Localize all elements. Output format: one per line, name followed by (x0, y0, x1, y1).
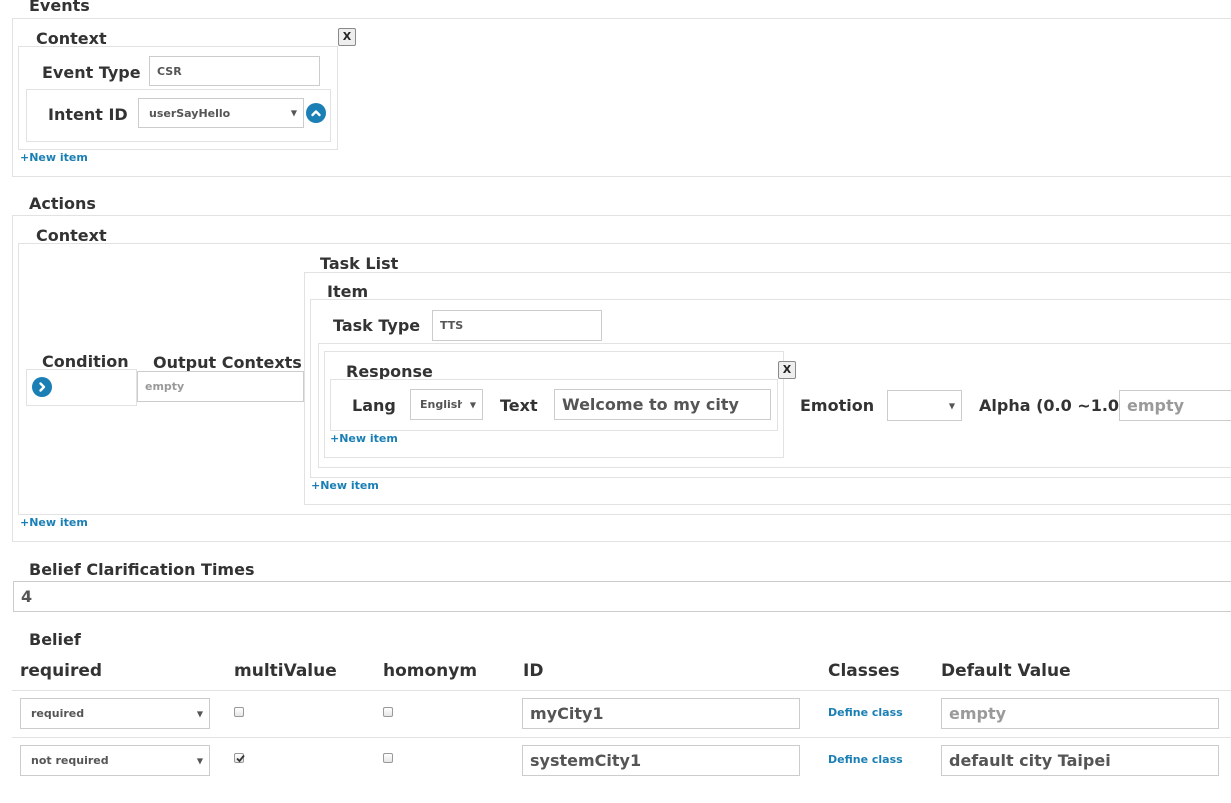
events-title: Events (29, 0, 90, 15)
event-type-input[interactable]: CSR (149, 56, 320, 86)
default-value-input[interactable]: default city Taipei (941, 745, 1219, 776)
required-value: required (31, 707, 85, 720)
default-value-input[interactable]: empty (941, 698, 1219, 729)
lang-value: English (420, 398, 462, 411)
caret-down-icon: ▼ (948, 401, 955, 410)
belief-row-divider (12, 737, 1231, 738)
required-select[interactable]: not required ▼ (20, 745, 210, 776)
output-contexts-label: Output Contexts (153, 353, 302, 372)
define-class-link[interactable]: Define class (828, 706, 903, 719)
col-header-required: required (20, 661, 103, 681)
define-class-link[interactable]: Define class (828, 753, 903, 766)
belief-clarification-label: Belief Clarification Times (29, 560, 255, 579)
actions-context-new-item-link[interactable]: +New item (20, 516, 88, 529)
belief-id-input[interactable]: systemCity1 (522, 745, 800, 776)
caret-down-icon: ▼ (196, 756, 203, 765)
alpha-label: Alpha (0.0 ~1.0) (979, 396, 1127, 415)
alpha-input[interactable]: empty (1119, 390, 1231, 421)
emotion-select[interactable]: ▼ (887, 390, 962, 421)
col-header-classes: Classes (828, 661, 900, 681)
belief-title: Belief (29, 630, 81, 649)
actions-title: Actions (29, 194, 96, 213)
lang-label: Lang (352, 396, 396, 415)
events-context-close-button[interactable]: X (338, 28, 356, 46)
response-new-item-link[interactable]: +New item (330, 432, 398, 445)
homonym-checkbox[interactable] (383, 753, 393, 763)
task-list-label: Task List (320, 254, 399, 273)
check-icon (236, 754, 245, 763)
col-header-id: ID (523, 661, 544, 681)
belief-id-input[interactable]: myCity1 (522, 698, 800, 729)
caret-down-icon: ▼ (196, 709, 203, 718)
emotion-label: Emotion (800, 396, 875, 415)
caret-down-icon: ▼ (469, 400, 476, 409)
intent-id-select[interactable]: userSayHello ▼ (138, 98, 304, 128)
intent-id-label: Intent ID (48, 105, 128, 124)
multivalue-checkbox[interactable] (234, 753, 245, 763)
tasklist-new-item-link[interactable]: +New item (311, 479, 379, 492)
output-contexts-input[interactable]: empty (137, 371, 304, 402)
intent-id-value: userSayHello (149, 106, 231, 120)
event-type-label: Event Type (42, 63, 141, 82)
response-close-button[interactable]: X (778, 361, 796, 379)
chevron-up-circle-icon[interactable] (306, 103, 326, 123)
caret-down-icon: ▼ (290, 108, 297, 118)
text-label: Text (500, 396, 538, 415)
belief-clarification-input[interactable]: 4 (13, 581, 1231, 612)
homonym-checkbox[interactable] (383, 707, 393, 717)
chevron-right-circle-icon[interactable] (32, 377, 52, 397)
required-select[interactable]: required ▼ (20, 698, 210, 729)
events-new-item-link[interactable]: +New item (20, 151, 88, 164)
col-header-multivalue: multiValue (234, 661, 337, 681)
col-header-default-value: Default Value (941, 661, 1071, 681)
lang-select[interactable]: English ▼ (410, 389, 483, 420)
text-input[interactable]: Welcome to my city (554, 389, 771, 420)
task-type-input[interactable]: TTS (432, 310, 602, 341)
belief-header-divider (12, 690, 1231, 691)
multivalue-checkbox[interactable] (234, 707, 244, 717)
required-value: not required (31, 754, 109, 767)
task-type-label: Task Type (333, 316, 421, 335)
col-header-homonym: homonym (383, 661, 478, 681)
